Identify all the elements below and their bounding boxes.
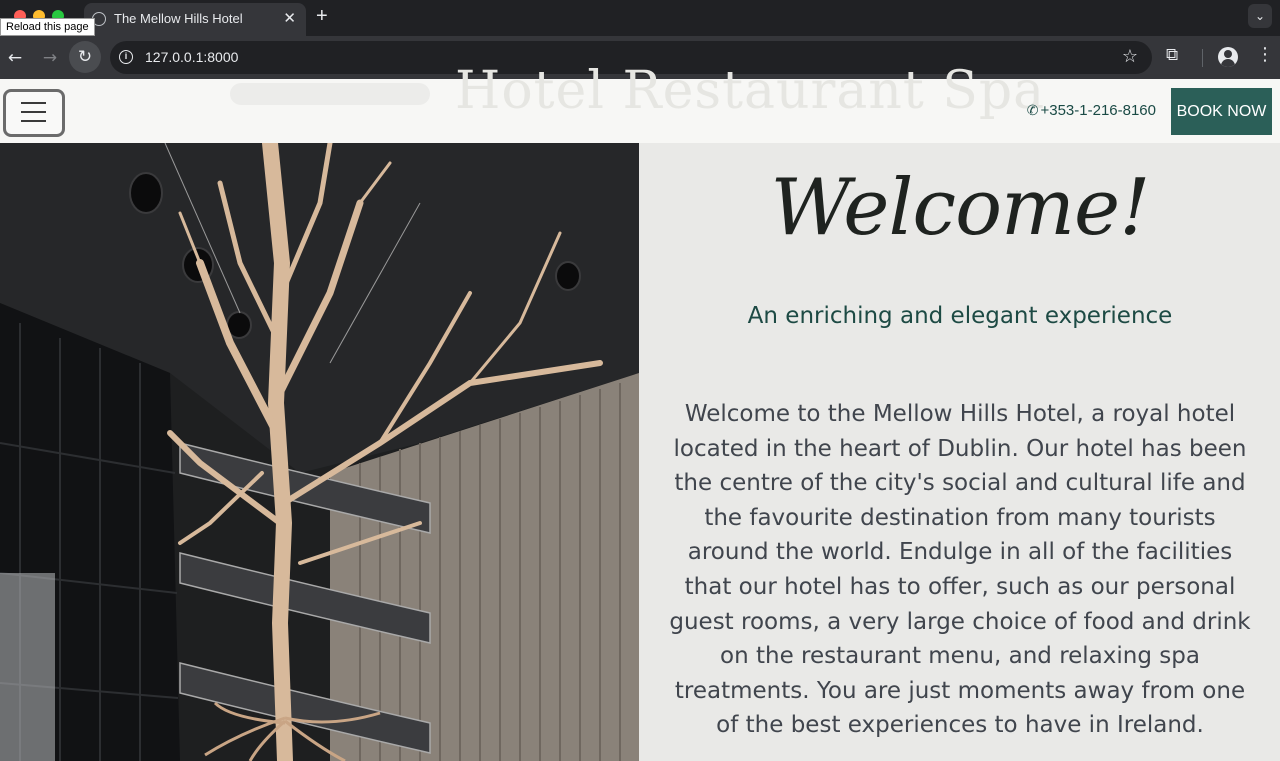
back-arrow-icon[interactable]: ← bbox=[1, 44, 29, 72]
forward-arrow-icon[interactable]: → bbox=[36, 44, 64, 72]
toolbar-divider bbox=[1202, 49, 1203, 67]
menu-dots-icon[interactable]: ⋮ bbox=[1256, 44, 1274, 65]
profile-icon[interactable] bbox=[1218, 47, 1238, 67]
phone-link[interactable]: ✆ +353-1-216-8160 bbox=[1027, 102, 1156, 119]
book-now-button[interactable]: BOOK NOW bbox=[1171, 88, 1272, 135]
star-icon[interactable]: ☆ bbox=[1122, 46, 1138, 67]
header-ghost-text: Hotel Restaurant Spa bbox=[455, 61, 1046, 121]
reload-tooltip: Reload this page bbox=[0, 18, 95, 36]
tab-close-icon[interactable]: ✕ bbox=[283, 9, 296, 27]
welcome-section: Welcome! An enriching and elegant experi… bbox=[640, 143, 1280, 761]
hamburger-menu-icon[interactable] bbox=[3, 89, 65, 137]
url-text[interactable]: 127.0.0.1:8000 bbox=[145, 49, 238, 65]
browser-tab[interactable]: The Mellow Hills Hotel ✕ bbox=[84, 3, 306, 36]
welcome-body-text: Welcome to the Mellow Hills Hotel, a roy… bbox=[669, 401, 1251, 739]
phone-icon: ✆ bbox=[1026, 102, 1039, 118]
reload-icon[interactable]: ↻ bbox=[69, 41, 101, 73]
extensions-icon[interactable]: ⧉ bbox=[1166, 45, 1178, 65]
welcome-subtitle: An enriching and elegant experience bbox=[747, 303, 1173, 329]
phone-number: +353-1-216-8160 bbox=[1040, 102, 1156, 119]
info-icon[interactable]: i bbox=[119, 50, 133, 64]
browser-tab-bar: The Mellow Hills Hotel ✕ + ⌄ bbox=[0, 0, 1280, 36]
tab-search-dropdown-icon[interactable]: ⌄ bbox=[1248, 4, 1272, 28]
welcome-heading: Welcome! bbox=[770, 163, 1150, 253]
site-header: Hotel Restaurant Spa ✆ +353-1-216-8160 BO… bbox=[0, 61, 1280, 143]
tab-title: The Mellow Hills Hotel bbox=[114, 11, 243, 26]
header-decoration bbox=[230, 83, 430, 105]
tree-atrium-illustration bbox=[0, 143, 639, 761]
new-tab-button[interactable]: + bbox=[316, 5, 328, 28]
hero-image bbox=[0, 143, 639, 761]
